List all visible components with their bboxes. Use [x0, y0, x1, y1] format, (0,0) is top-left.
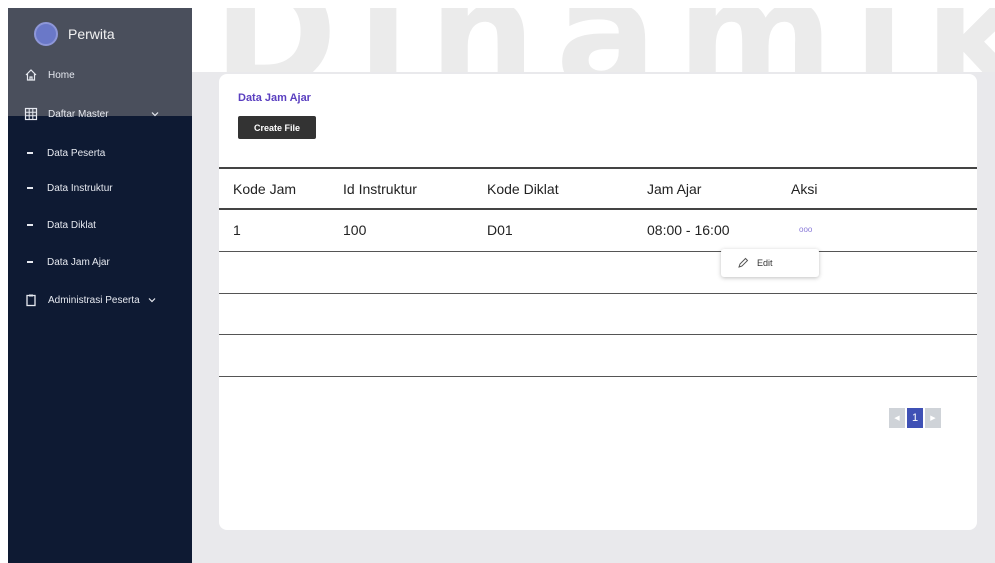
create-file-button[interactable]: Create File [238, 116, 316, 139]
dash-icon [27, 187, 33, 189]
prev-page-button[interactable]: ◀ [889, 408, 905, 428]
sidebar-item-data-peserta[interactable]: Data Peserta [8, 142, 192, 164]
column-header: Jam Ajar [647, 181, 702, 197]
more-actions-icon[interactable]: ooo [799, 225, 812, 234]
watermark-text: Dinamik [213, 8, 995, 72]
cell-id-instruktur: 100 [343, 222, 367, 238]
page-button[interactable]: 1 [907, 408, 923, 428]
sidebar-item-label: Home [48, 69, 75, 81]
cell-kode-jam: 1 [233, 222, 241, 238]
next-page-button[interactable]: ▶ [925, 408, 941, 428]
column-header: Kode Diklat [487, 181, 559, 197]
edit-label: Edit [757, 258, 773, 268]
table-divider [219, 293, 977, 294]
table-row: 1 100 D01 08:00 - 16:00 ooo [219, 210, 977, 250]
sidebar-item-data-jam-ajar[interactable]: Data Jam Ajar [8, 251, 192, 273]
table-divider [219, 251, 977, 252]
pencil-icon [738, 257, 749, 268]
sidebar-item-label: Data Peserta [47, 147, 106, 159]
sidebar-item-label: Daftar Master [48, 108, 109, 120]
sidebar: Perwita Home Daftar Master Data Peserta [8, 8, 192, 563]
sidebar-item-label: Administrasi Peserta [48, 294, 140, 306]
pagination: ◀ 1 ▶ [889, 408, 941, 430]
cell-jam-ajar: 08:00 - 16:00 [647, 222, 730, 238]
page-title: Data Jam Ajar [238, 92, 311, 104]
dash-icon [27, 152, 33, 154]
sidebar-item-label: Data Diklat [47, 219, 96, 231]
sidebar-item-label: Data Instruktur [47, 182, 113, 194]
edit-menu-item[interactable]: Edit [721, 249, 819, 277]
brand[interactable]: Perwita [34, 21, 115, 47]
clipboard-icon [26, 294, 36, 307]
sidebar-item-daftar-master[interactable]: Daftar Master [8, 103, 192, 125]
dash-icon [27, 224, 33, 226]
cell-kode-diklat: D01 [487, 222, 513, 238]
home-icon [25, 69, 37, 81]
table-divider [219, 334, 977, 335]
main-card: Data Jam Ajar Create File Kode Jam Id In… [219, 74, 977, 530]
chevron-down-icon [151, 112, 159, 117]
dash-icon [27, 261, 33, 263]
table-divider [219, 376, 977, 377]
sidebar-item-label: Data Jam Ajar [47, 256, 110, 268]
sidebar-item-administrasi-peserta[interactable]: Administrasi Peserta [8, 289, 192, 311]
sidebar-item-data-diklat[interactable]: Data Diklat [8, 214, 192, 236]
grid-icon [24, 107, 38, 121]
sidebar-item-data-instruktur[interactable]: Data Instruktur [8, 177, 192, 199]
column-header: Aksi [791, 181, 818, 197]
app-frame: Dinamik Perwita Home Daftar Master [8, 8, 995, 563]
table-header-row: Kode Jam Id Instruktur Kode Diklat Jam A… [219, 169, 977, 209]
column-header: Kode Jam [233, 181, 297, 197]
sidebar-item-home[interactable]: Home [8, 64, 192, 86]
chevron-down-icon [148, 298, 156, 303]
logo-icon [34, 22, 58, 46]
brand-name: Perwita [68, 26, 115, 42]
column-header: Id Instruktur [343, 181, 417, 197]
